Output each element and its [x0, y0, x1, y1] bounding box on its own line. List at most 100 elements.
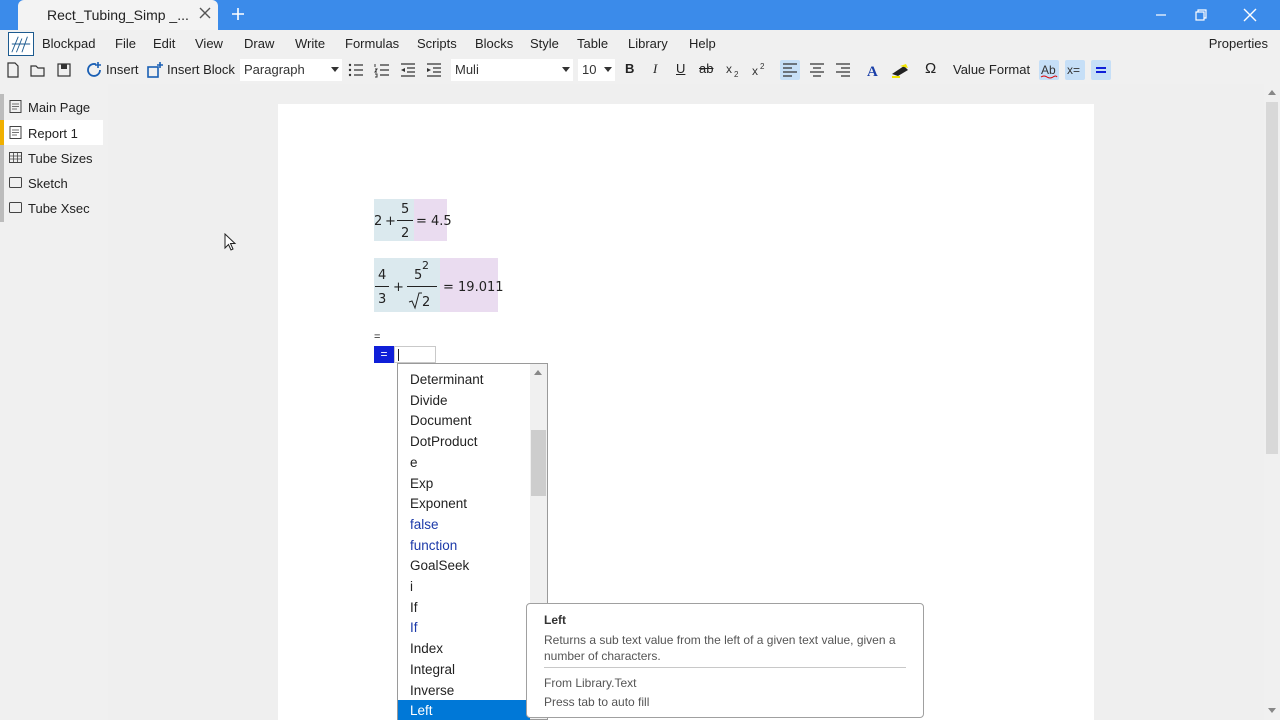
indent-icon[interactable]	[424, 60, 444, 80]
autocomplete-item-label: If	[410, 599, 418, 615]
show-equals-icon[interactable]	[1091, 60, 1111, 80]
close-tab-icon[interactable]	[198, 6, 212, 20]
autocomplete-item[interactable]: function	[398, 535, 530, 555]
svg-text:2: 2	[760, 62, 765, 71]
outdent-icon[interactable]	[398, 60, 418, 80]
autocomplete-item[interactable]: DotProduct	[398, 431, 530, 451]
menu-write[interactable]: Write	[295, 36, 325, 51]
tooltip-hint: Press tab to auto fill	[544, 695, 650, 709]
sidebar-item-report-1[interactable]: Report 1	[0, 120, 103, 145]
superscript-icon[interactable]: x 2	[749, 60, 769, 80]
restore-icon[interactable]	[1191, 5, 1211, 25]
properties-button[interactable]: Properties	[1209, 36, 1268, 51]
autocomplete-item-label: Integral	[410, 661, 456, 677]
insert-block-button[interactable]: Insert Block	[167, 62, 235, 77]
strikethrough-button[interactable]: ab	[699, 61, 713, 76]
sidebar-item-main-page[interactable]: Main Page	[4, 94, 103, 119]
font-size-value: 10	[582, 62, 597, 77]
symbol-button[interactable]: Ω	[925, 60, 936, 77]
subscript-icon[interactable]: x 2	[723, 60, 743, 80]
close-window-icon[interactable]	[1240, 5, 1260, 25]
autocomplete-item[interactable]: GoalSeek	[398, 555, 530, 575]
autocomplete-item[interactable]: Determinant	[398, 369, 530, 389]
highlight-icon[interactable]	[890, 60, 910, 80]
menu-view[interactable]: View	[195, 36, 223, 51]
font-family-value: Muli	[455, 62, 479, 77]
autocomplete-item[interactable]: Exponent	[398, 493, 530, 513]
autocomplete-item[interactable]: If	[398, 597, 530, 617]
equals-toggle-button[interactable]: =	[374, 346, 394, 363]
drawing-icon	[9, 177, 22, 188]
autocomplete-item-label: e	[410, 454, 418, 470]
underline-button[interactable]: U	[676, 61, 685, 76]
align-center-icon[interactable]	[807, 60, 827, 80]
sidebar-item-label: Sketch	[28, 176, 68, 191]
tooltip-source: From Library.Text	[544, 676, 637, 690]
scroll-down-icon[interactable]	[1268, 708, 1276, 713]
svg-text:x=: x=	[1067, 63, 1080, 77]
scroll-up-icon[interactable]	[534, 370, 542, 375]
align-right-icon[interactable]	[833, 60, 853, 80]
scrollbar-thumb[interactable]	[1266, 102, 1278, 454]
font-size-select[interactable]: 10	[578, 59, 615, 81]
svg-text:x: x	[726, 62, 732, 76]
minimize-icon[interactable]	[1151, 5, 1171, 25]
menu-edit[interactable]: Edit	[153, 36, 175, 51]
menu-file[interactable]: File	[115, 36, 136, 51]
autocomplete-item[interactable]: Index	[398, 638, 530, 658]
align-left-icon[interactable]	[780, 60, 800, 80]
menu-blocks[interactable]: Blocks	[475, 36, 513, 51]
equation-1-whole: 2	[374, 214, 383, 229]
bold-button[interactable]: B	[625, 61, 634, 76]
value-format-button[interactable]: Value Format	[953, 62, 1030, 77]
variable-assign-icon[interactable]: x=	[1065, 60, 1085, 80]
menu-formulas[interactable]: Formulas	[345, 36, 399, 51]
autocomplete-item-label: Left	[410, 703, 433, 719]
autocomplete-item[interactable]: Divide	[398, 390, 530, 410]
autocomplete-item[interactable]: false	[398, 514, 530, 534]
menu-style[interactable]: Style	[530, 36, 559, 51]
font-color-icon[interactable]: A	[864, 60, 884, 80]
save-icon[interactable]	[54, 60, 74, 80]
menu-library[interactable]: Library	[628, 36, 668, 51]
sidebar-item-sketch[interactable]: Sketch	[4, 170, 103, 195]
autocomplete-item[interactable]: e	[398, 452, 530, 472]
font-family-select[interactable]: Muli	[451, 59, 573, 81]
sidebar-item-tube-xsec[interactable]: Tube Xsec	[4, 195, 103, 220]
vertical-scrollbar[interactable]	[1264, 84, 1280, 720]
open-folder-icon[interactable]	[28, 60, 48, 80]
autocomplete-item[interactable]: Inverse	[398, 680, 530, 700]
autocomplete-item[interactable]: Integral	[398, 659, 530, 679]
formula-input[interactable]	[394, 346, 436, 363]
autocomplete-item[interactable]: If	[398, 617, 530, 637]
menu-draw[interactable]: Draw	[244, 36, 274, 51]
insert-button[interactable]: Insert	[106, 62, 139, 77]
app-name: Blockpad	[42, 36, 96, 51]
equation-2-exponent: 2	[422, 259, 429, 272]
document-tab[interactable]: Rect_Tubing_Simp _...	[18, 0, 218, 30]
insert-icon[interactable]	[84, 60, 104, 80]
spellcheck-icon[interactable]: Ab	[1039, 60, 1059, 80]
italic-button[interactable]: I	[653, 61, 657, 77]
autocomplete-item-label: Inverse	[410, 682, 455, 698]
autocomplete-item[interactable]: Exp	[398, 473, 530, 493]
paragraph-style-select[interactable]: Paragraph	[240, 59, 342, 81]
autocomplete-item[interactable]: i	[398, 576, 530, 596]
autocomplete-item[interactable]: Left	[398, 700, 530, 720]
new-file-icon[interactable]	[3, 60, 23, 80]
bullet-list-icon[interactable]	[346, 60, 366, 80]
numbered-list-icon[interactable]	[372, 60, 392, 80]
sidebar-item-tube-sizes[interactable]: Tube Sizes	[4, 145, 103, 170]
menu-help[interactable]: Help	[689, 36, 716, 51]
insert-block-icon[interactable]	[145, 60, 165, 80]
scrollbar-thumb[interactable]	[531, 430, 546, 496]
menu-table[interactable]: Table	[577, 36, 608, 51]
function-tooltip: Left Returns a sub text value from the l…	[526, 603, 924, 718]
menu-scripts[interactable]: Scripts	[417, 36, 457, 51]
autocomplete-item[interactable]: Document	[398, 410, 530, 430]
scroll-up-icon[interactable]	[1268, 90, 1276, 95]
equation-1-denominator: 2	[401, 226, 410, 241]
autocomplete-item-label: Determinant	[410, 372, 484, 387]
autocomplete-item-label: Exponent	[410, 496, 468, 512]
new-tab-icon[interactable]	[230, 6, 246, 22]
